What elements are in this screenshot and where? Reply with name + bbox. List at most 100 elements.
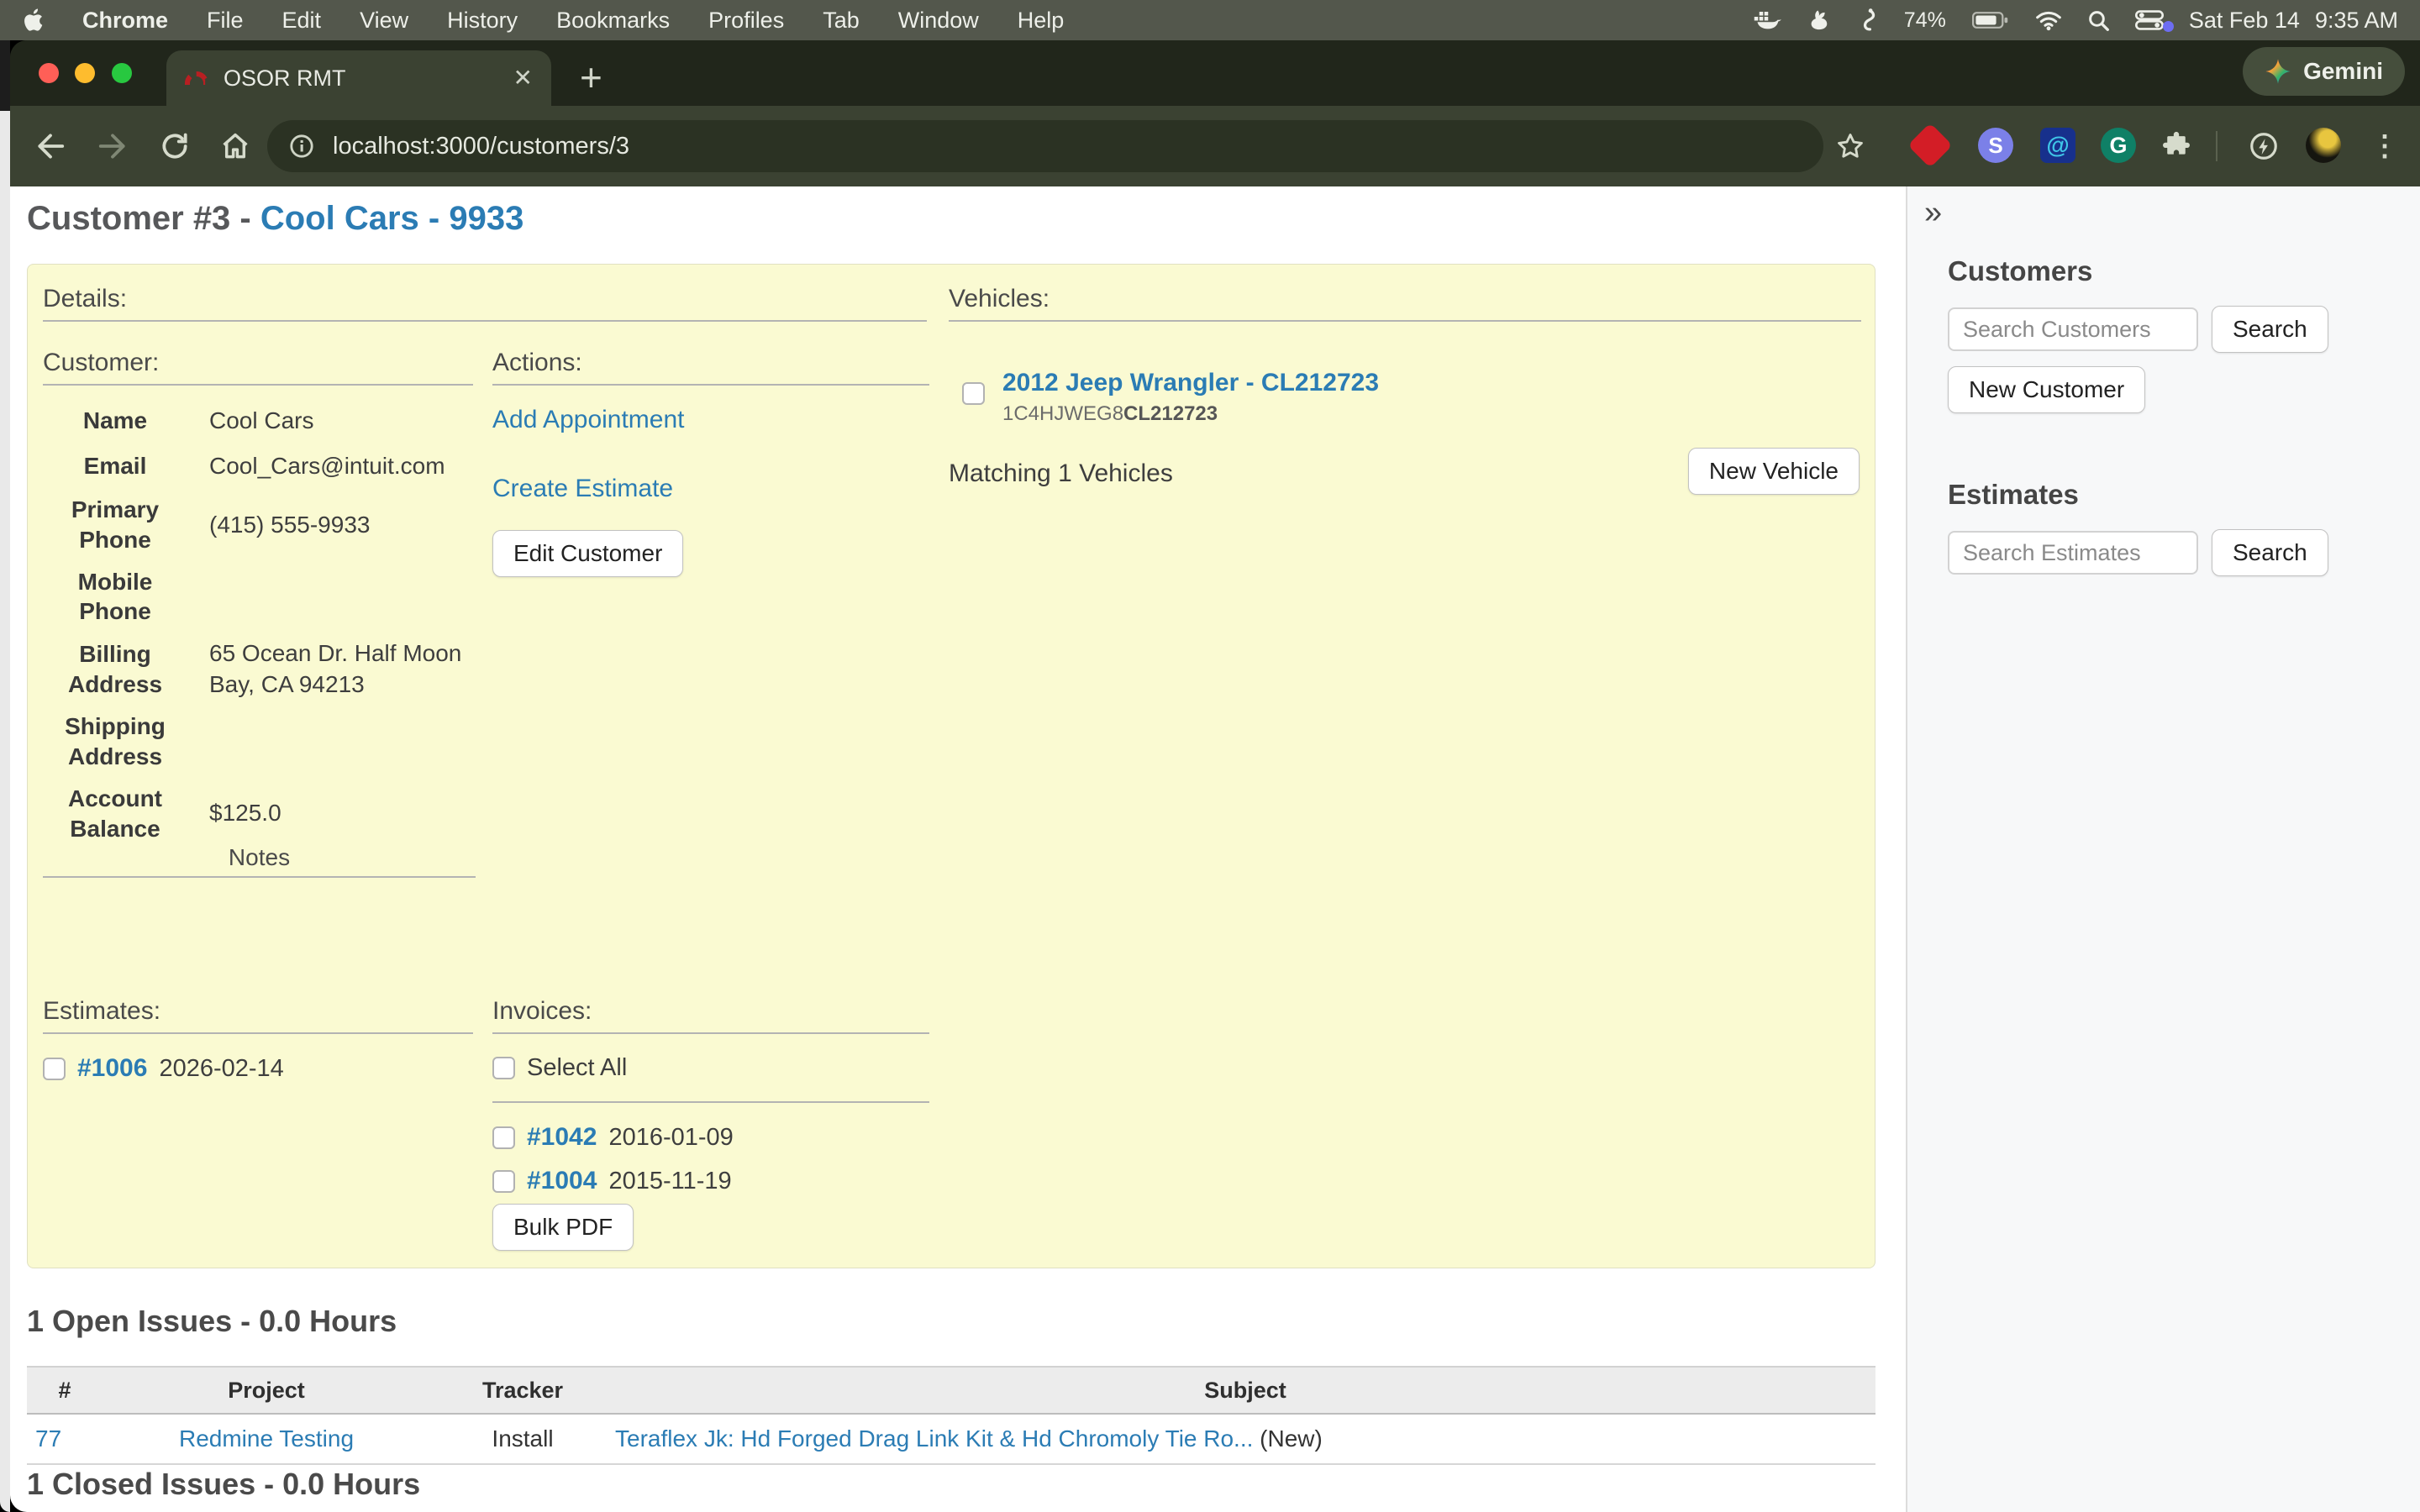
estimate-item: #1006 2026-02-14 (43, 1054, 284, 1083)
chrome-menu-dots-icon[interactable]: ⋮ (2366, 128, 2403, 165)
url-text[interactable]: localhost:3000/customers/3 (333, 133, 629, 160)
vehicle-link[interactable]: 2012 Jeep Wrangler - CL212723 (1002, 369, 1379, 397)
menubar-item-tab[interactable]: Tab (823, 8, 860, 34)
issue-id-link[interactable]: 77 (35, 1425, 61, 1452)
performance-icon[interactable] (2245, 128, 2282, 165)
table-row: 77 Redmine Testing Install Teraflex Jk: … (27, 1414, 1876, 1464)
actions-heading: Actions: (492, 349, 582, 377)
issues-header-id: # (27, 1367, 103, 1414)
menubar-item-profiles[interactable]: Profiles (708, 8, 784, 34)
menubar-item-chrome[interactable]: Chrome (82, 8, 168, 34)
invoice-item: #1004 2015-11-19 (492, 1167, 732, 1195)
details-heading: Details: (43, 285, 127, 313)
invoice-checkbox[interactable] (492, 1170, 515, 1193)
customers-search-row: Search (1948, 306, 2328, 353)
create-estimate-link[interactable]: Create Estimate (492, 475, 673, 503)
vehicles-heading: Vehicles: (949, 285, 1050, 313)
edit-customer-button[interactable]: Edit Customer (492, 530, 683, 577)
field-account-balance: Account Balance $125.0 (43, 784, 480, 844)
back-icon[interactable] (32, 128, 69, 165)
search-estimates-input[interactable] (1948, 531, 2198, 575)
collapse-sidebar-chevron-icon[interactable]: » (1924, 195, 1942, 231)
wifi-icon[interactable] (2035, 10, 2062, 31)
background-window-edge (0, 40, 10, 1512)
invoice-link[interactable]: #1004 (527, 1167, 597, 1195)
menubar-item-edit[interactable]: Edit (282, 8, 322, 34)
home-icon[interactable] (217, 128, 254, 165)
issue-project-link[interactable]: Redmine Testing (179, 1425, 354, 1452)
issue-subject-link[interactable]: Teraflex Jk: Hd Forged Drag Link Kit & H… (615, 1425, 1253, 1452)
closed-issues-heading: 1 Closed Issues - 0.0 Hours (27, 1467, 420, 1502)
search-customers-input[interactable] (1948, 307, 2198, 351)
new-vehicle-button[interactable]: New Vehicle (1688, 448, 1860, 495)
right-sidebar: » Customers Search New Customer Estimate… (1906, 186, 2420, 1512)
reload-icon[interactable] (156, 128, 193, 165)
menubar-time: 9:35 AM (2315, 8, 2398, 34)
rabbit-icon[interactable] (1807, 9, 1833, 32)
browser-tab[interactable]: OSOR RMT ✕ (166, 50, 551, 106)
site-info-icon[interactable] (287, 132, 316, 160)
select-all-checkbox[interactable] (492, 1057, 515, 1079)
redmine-favicon-icon (185, 71, 208, 85)
menubar-item-view[interactable]: View (360, 8, 408, 34)
tab-strip: OSOR RMT ✕ + Gemini (10, 40, 2420, 106)
customer-panel: Details: Customer: Name Cool Cars Email … (27, 264, 1876, 1268)
window-close-button[interactable] (39, 63, 59, 83)
customer-fields: Name Cool Cars Email Cool_Cars@intuit.co… (43, 404, 480, 855)
bulk-pdf-button[interactable]: Bulk PDF (492, 1204, 634, 1251)
customer-name-link[interactable]: Cool Cars - 9933 (260, 200, 523, 237)
gemini-label: Gemini (2303, 58, 2383, 85)
control-center-icon[interactable] (2135, 10, 2164, 30)
search-customers-button[interactable]: Search (2212, 306, 2328, 353)
add-appointment-link[interactable]: Add Appointment (492, 406, 685, 434)
vehicles-divider (949, 320, 1861, 322)
window-zoom-button[interactable] (112, 63, 132, 83)
vehicle-checkbox[interactable] (962, 382, 985, 405)
toolbar-divider (2216, 131, 2217, 161)
forward-icon[interactable] (94, 128, 131, 165)
issues-table: # Project Tracker Subject 77 Redmine Tes… (27, 1366, 1876, 1465)
invoice-link[interactable]: #1042 (527, 1123, 597, 1152)
customer-heading: Customer: (43, 349, 159, 377)
window-minimize-button[interactable] (75, 63, 95, 83)
address-bar[interactable]: localhost:3000/customers/3 (267, 120, 1823, 172)
apple-menu-icon[interactable] (22, 8, 44, 33)
docker-icon[interactable] (1751, 9, 1781, 32)
menubar-clock[interactable]: Sat Feb 14 9:35 AM (2189, 8, 2398, 34)
focus-indicator-dot (2163, 21, 2174, 32)
new-customer-button[interactable]: New Customer (1948, 366, 2145, 413)
menubar-item-help[interactable]: Help (1018, 8, 1065, 34)
invoices-heading: Invoices: (492, 997, 592, 1026)
menubar-item-window[interactable]: Window (898, 8, 979, 34)
battery-icon[interactable] (1971, 11, 2010, 29)
menubar-item-file[interactable]: File (207, 8, 244, 34)
spotlight-search-icon[interactable] (2087, 9, 2110, 32)
issues-header-project: Project (103, 1367, 430, 1414)
vehicle-vin: 1C4HJWEG8CL212723 (1002, 402, 1218, 426)
extensions-puzzle-icon[interactable] (2158, 128, 2195, 165)
estimate-link[interactable]: #1006 (77, 1054, 147, 1083)
new-tab-button[interactable]: + (580, 54, 602, 101)
invoices-divider-mid (492, 1101, 929, 1103)
field-email: Email Cool_Cars@intuit.com (43, 449, 480, 483)
bookmark-star-icon[interactable] (1832, 128, 1869, 165)
menubar-item-history[interactable]: History (447, 8, 518, 34)
macos-menubar: Chrome File Edit View History Bookmarks … (0, 0, 2420, 40)
profile-avatar[interactable] (2304, 126, 2343, 165)
invoice-checkbox[interactable] (492, 1126, 515, 1149)
menubar-item-bookmarks[interactable]: Bookmarks (556, 8, 670, 34)
search-estimates-button[interactable]: Search (2212, 529, 2328, 576)
extension-violet-icon[interactable]: S (1976, 126, 2015, 165)
invoice-date: 2016-01-09 (608, 1124, 733, 1152)
tab-close-icon[interactable]: ✕ (513, 66, 533, 90)
estimate-checkbox[interactable] (43, 1058, 66, 1080)
estimates-search-row: Search (1948, 529, 2328, 576)
notes-heading: Notes (43, 844, 476, 871)
chrome-window: OSOR RMT ✕ + Gemini localhost:3000/custo… (10, 40, 2420, 1512)
seahorse-icon[interactable] (1859, 8, 1879, 33)
extension-navy-lock-icon[interactable]: @ (2039, 126, 2077, 165)
gemini-button[interactable]: Gemini (2243, 47, 2405, 96)
extension-red-icon[interactable] (1911, 126, 1949, 165)
grammarly-icon[interactable]: G (2099, 126, 2138, 165)
issue-status: (New) (1253, 1425, 1322, 1452)
